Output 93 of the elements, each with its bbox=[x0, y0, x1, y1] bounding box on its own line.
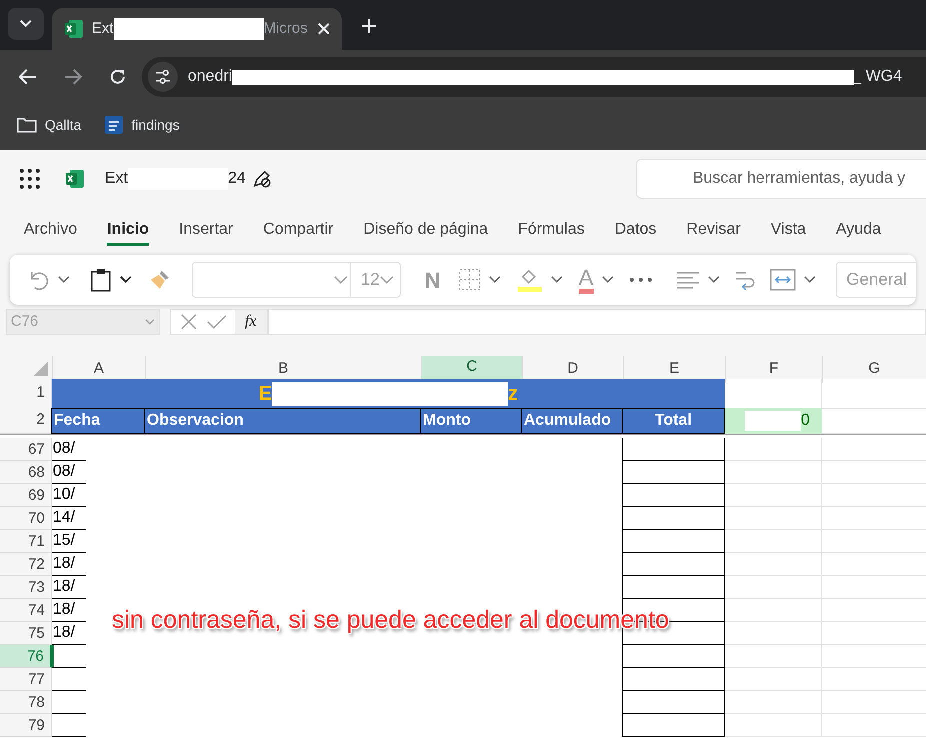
clipboard-icon[interactable] bbox=[90, 268, 112, 292]
header-cell: Fecha bbox=[51, 408, 145, 434]
tab-title: Ext bbox=[92, 18, 114, 39]
date-cell: 08/ bbox=[52, 438, 86, 461]
menu-tab[interactable]: Compartir bbox=[263, 216, 334, 246]
menu-tab[interactable]: Datos bbox=[614, 216, 657, 246]
chevron-down-icon[interactable] bbox=[602, 276, 614, 284]
menu-tab[interactable]: Fórmulas bbox=[518, 216, 585, 246]
cancel-icon[interactable] bbox=[181, 314, 197, 330]
date-cell: 15/ bbox=[52, 530, 86, 553]
row-header[interactable]: 78 bbox=[0, 691, 52, 714]
chevron-down-icon bbox=[380, 276, 394, 284]
cell-value: 0 bbox=[801, 411, 810, 431]
close-icon[interactable] bbox=[318, 23, 330, 35]
row-header[interactable]: 70 bbox=[0, 507, 52, 530]
table-cell bbox=[52, 645, 86, 668]
row-header[interactable]: 1 bbox=[0, 379, 52, 409]
date-cell: 18/ bbox=[52, 622, 86, 645]
more-icon[interactable] bbox=[630, 278, 652, 282]
row-header[interactable]: 72 bbox=[0, 553, 52, 576]
row-header[interactable]: 76 bbox=[0, 645, 52, 668]
forward-icon[interactable] bbox=[64, 69, 82, 85]
menu-tab[interactable]: Insertar bbox=[179, 216, 234, 246]
tab-title: Micros bbox=[264, 18, 309, 39]
date-cell: 18/ bbox=[52, 576, 86, 599]
file-name: 24 bbox=[228, 168, 246, 188]
row-header[interactable]: 68 bbox=[0, 461, 52, 484]
align-icon[interactable] bbox=[676, 271, 700, 289]
chevron-down-icon[interactable] bbox=[120, 276, 132, 284]
chevron-down-icon bbox=[20, 20, 32, 28]
chevron-down-icon bbox=[334, 276, 348, 284]
date-cell: 08/ bbox=[52, 461, 86, 484]
header-cell: Total bbox=[622, 408, 725, 434]
check-icon[interactable] bbox=[207, 314, 227, 330]
chevron-down-icon[interactable] bbox=[804, 276, 816, 284]
redaction-block bbox=[745, 411, 802, 431]
date-cell: 14/ bbox=[52, 507, 86, 530]
search-field[interactable]: Buscar herramientas, ayuda y bbox=[636, 158, 926, 198]
fill-color-icon[interactable] bbox=[516, 267, 543, 293]
date-cell: 10/ bbox=[52, 484, 86, 507]
sheet-title: E bbox=[258, 382, 272, 407]
reload-icon[interactable] bbox=[109, 68, 127, 86]
spreadsheet-logo-icon bbox=[65, 168, 85, 188]
row-header[interactable]: 79 bbox=[0, 714, 52, 737]
header-cell: Acumulado bbox=[521, 408, 623, 434]
pencil-off-icon[interactable] bbox=[252, 168, 272, 188]
app-launcher-icon[interactable] bbox=[20, 168, 40, 188]
date-cell: 18/ bbox=[52, 599, 86, 622]
merge-cells-icon[interactable] bbox=[770, 269, 796, 291]
insert-function-button[interactable]: fx bbox=[235, 310, 267, 334]
back-icon[interactable] bbox=[19, 69, 37, 85]
address-bar[interactable]: onedri _ WG4 bbox=[142, 57, 926, 97]
url-text: onedri bbox=[188, 67, 232, 87]
menu-tab[interactable]: Inicio bbox=[107, 216, 150, 246]
chevron-down-icon[interactable] bbox=[550, 276, 563, 284]
formula-input[interactable] bbox=[268, 309, 926, 335]
date-cell: 18/ bbox=[52, 553, 86, 576]
tab-list-button[interactable] bbox=[8, 8, 44, 40]
sheet-title: z bbox=[508, 382, 518, 407]
font-size-value: 12 bbox=[361, 269, 380, 292]
row-header[interactable]: 67 bbox=[0, 438, 52, 461]
folder-icon bbox=[17, 117, 37, 133]
file-name: Ext bbox=[105, 168, 128, 188]
header-cell: Monto bbox=[420, 408, 522, 434]
row-header[interactable]: 74 bbox=[0, 599, 52, 622]
site-settings-button[interactable] bbox=[148, 62, 178, 92]
bookmark[interactable]: Qallta bbox=[17, 114, 82, 136]
chevron-down-icon[interactable] bbox=[58, 276, 70, 284]
menu-tab[interactable]: Ayuda bbox=[836, 216, 882, 246]
menu-tab[interactable]: Diseño de página bbox=[364, 216, 488, 246]
row-header[interactable]: 75 bbox=[0, 622, 52, 645]
browser-tab[interactable]: Ext Micros bbox=[52, 8, 342, 50]
menu-tab[interactable]: Archivo bbox=[24, 216, 78, 246]
chevron-down-icon[interactable] bbox=[708, 276, 720, 284]
chevron-down-icon[interactable] bbox=[488, 276, 501, 284]
site-favicon-icon bbox=[104, 115, 124, 135]
menu-tab[interactable]: Vista bbox=[770, 216, 806, 246]
row-header[interactable]: 69 bbox=[0, 484, 52, 507]
bookmark[interactable]: findings bbox=[104, 114, 180, 136]
chevron-down-icon bbox=[145, 319, 155, 325]
sliders-icon bbox=[155, 70, 171, 84]
column-header[interactable]: G bbox=[822, 356, 926, 382]
header-cell: Observacion bbox=[144, 408, 421, 434]
borders-icon[interactable] bbox=[458, 269, 481, 291]
row-header[interactable]: 73 bbox=[0, 576, 52, 599]
cell-reference: C76 bbox=[11, 312, 39, 332]
row-header[interactable]: 77 bbox=[0, 668, 52, 691]
spreadsheet-logo-icon bbox=[64, 19, 84, 39]
menu-tab[interactable]: Revisar bbox=[686, 216, 741, 246]
row-header[interactable]: 71 bbox=[0, 530, 52, 553]
url-text: _ WG4 bbox=[852, 67, 902, 87]
new-tab-icon[interactable] bbox=[362, 19, 376, 33]
row-header[interactable]: 2 bbox=[0, 408, 52, 434]
